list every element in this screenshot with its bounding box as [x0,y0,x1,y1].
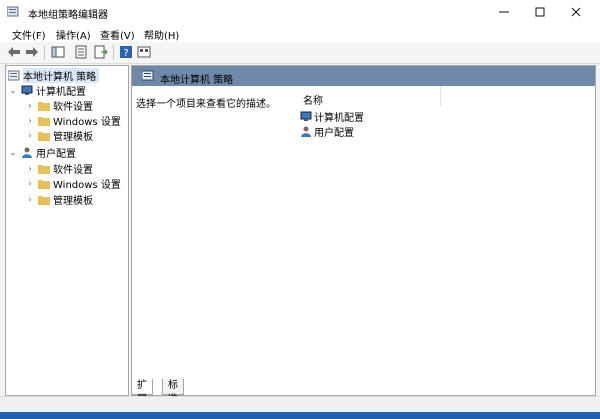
forward-arrow-icon[interactable] [25,45,39,59]
toolbar: ? [0,42,600,64]
chevron-right-icon[interactable]: › [26,116,34,125]
tree-item-admin-templates[interactable]: › 管理模板 [26,192,93,207]
policy-icon [8,70,20,81]
chevron-right-icon[interactable]: › [26,101,34,110]
tree-item-software-settings[interactable]: › 软件设置 [26,161,93,176]
tree-computer-config[interactable]: ⌄ 计算机配置 [9,83,86,98]
policy-icon [142,70,154,81]
tree-item-windows-settings[interactable]: › Windows 设置 [26,176,121,191]
toolbar-separator [44,45,45,60]
description-text: 选择一个项目来查看它的描述。 [136,99,276,110]
folder-icon [38,101,50,111]
tab-extended[interactable]: 扩展 [131,379,153,405]
menu-help[interactable]: 帮助(H) [144,27,179,42]
tree-item-label: 管理模板 [53,132,93,143]
column-header-name[interactable]: 名称 [300,86,441,107]
computer-icon [21,85,33,95]
tree-user-label: 用户配置 [36,149,76,160]
folder-icon [38,116,50,126]
title-bar: 本地组策略编辑器 [0,0,600,24]
window-title: 本地组策略编辑器 [28,10,108,21]
svg-text:?: ? [123,48,128,59]
back-arrow-icon[interactable] [7,45,21,59]
folder-icon [38,131,50,141]
status-bar [0,396,600,412]
toolbar-separator [113,45,114,60]
policy-editor-icon [7,6,19,17]
view-icon[interactable] [137,45,151,59]
details-pane: 本地计算机 策略 选择一个项目来查看它的描述。 名称 计算机配置 用户配置 [131,65,596,396]
menu-file[interactable]: 文件(F) [12,27,46,42]
tree-root-label: 本地计算机 策略 [23,68,100,83]
chevron-right-icon[interactable]: › [26,179,34,188]
computer-icon [300,111,312,121]
minimize-button[interactable] [486,0,522,24]
tree-computer-label: 计算机配置 [36,87,86,98]
tree-item-windows-settings[interactable]: › Windows 设置 [26,113,121,128]
tree-item-label: 软件设置 [53,102,93,113]
tree-item-label: Windows 设置 [53,117,121,128]
export-list-icon[interactable] [94,45,108,59]
tree-item-label: 软件设置 [53,165,93,176]
user-icon [301,126,311,137]
list-item-computer-config[interactable]: 计算机配置 [300,109,364,124]
tree-item-label: Windows 设置 [53,180,121,191]
app-window: 本地组策略编辑器 文件(F) 操作(A) 查看(V) 帮助(H) ? 本地计算机… [0,0,600,412]
menu-action[interactable]: 操作(A) [56,27,91,42]
chevron-down-icon[interactable]: ⌄ [9,86,17,95]
folder-icon [38,179,50,189]
tree-item-software-settings[interactable]: › 软件设置 [26,98,93,113]
tree-pane: 本地计算机 策略 ⌄ 计算机配置 › 软件设置 › Windows 设置 › 管… [5,65,129,396]
user-icon [22,147,32,158]
properties-icon[interactable] [74,45,88,59]
column-header-label: 名称 [303,96,323,107]
details-header-title: 本地计算机 策略 [160,75,234,86]
maximize-button[interactable] [522,0,558,24]
close-icon [571,7,581,17]
tab-standard[interactable]: 标准 [162,379,184,405]
chevron-right-icon[interactable]: › [26,164,34,173]
list-item-label: 用户配置 [314,128,354,139]
chevron-right-icon[interactable]: › [26,195,34,204]
maximize-icon [535,7,545,17]
help-icon[interactable]: ? [119,45,133,59]
close-button[interactable] [558,0,594,24]
tree-item-admin-templates[interactable]: › 管理模板 [26,128,93,143]
chevron-down-icon[interactable]: ⌄ [9,148,17,157]
show-hide-tree-icon[interactable] [51,45,65,59]
tree-item-label: 管理模板 [53,196,93,207]
menu-view[interactable]: 查看(V) [100,27,135,42]
minimize-icon [499,11,509,13]
folder-icon [38,195,50,205]
details-header: 本地计算机 策略 [132,66,595,86]
menu-bar: 文件(F) 操作(A) 查看(V) 帮助(H) [0,24,600,42]
tree-user-config[interactable]: ⌄ 用户配置 [9,145,76,160]
list-item-user-config[interactable]: 用户配置 [300,124,354,139]
folder-icon [38,164,50,174]
tree-root[interactable]: 本地计算机 策略 [8,68,100,83]
chevron-right-icon[interactable]: › [26,131,34,140]
list-item-label: 计算机配置 [314,113,364,124]
